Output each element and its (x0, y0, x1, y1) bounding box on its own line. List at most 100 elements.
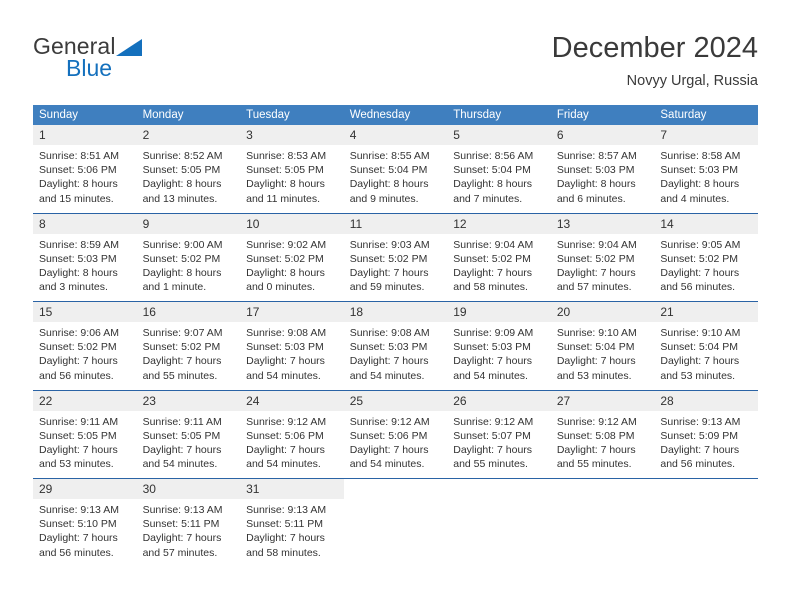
day-number-cell[interactable]: 10 (240, 213, 344, 234)
day-sunrise-text: Sunrise: 9:12 AM (453, 415, 534, 428)
day-detail-cell[interactable]: Sunrise: 9:13 AM Sunset: 5:09 PM Daylight:… (654, 410, 758, 479)
day-detail-cell[interactable]: Sunrise: 9:11 AM Sunset: 5:05 PM Daylight:… (33, 410, 137, 479)
day-detail-row: Sunrise: 9:06 AM Sunset: 5:02 PM Daylight:… (33, 322, 758, 390)
day-detail-cell[interactable]: Sunrise: 9:04 AM Sunset: 5:02 PM Daylight:… (550, 233, 655, 302)
day-sunset-text: Sunset: 5:03 PM (349, 341, 428, 354)
day-number-cell[interactable]: 2 (136, 125, 241, 145)
day-number-cell[interactable]: 8 (33, 213, 137, 234)
day-sunrise-text: Sunrise: 9:13 AM (246, 504, 327, 516)
day-number-cell[interactable]: 12 (447, 213, 551, 234)
day-daylight-text: Daylight: 7 hours (660, 355, 740, 368)
day-detail-cell[interactable]: Sunrise: 9:02 AM Sunset: 5:02 PM Daylight:… (240, 233, 344, 302)
day-detail-cell[interactable]: Sunrise: 9:13 AM Sunset: 5:11 PM Daylight:… (240, 499, 344, 567)
day-number-cell[interactable]: 23 (136, 390, 241, 411)
day-number-cell[interactable]: 3 (240, 125, 344, 145)
day-number-cell[interactable]: 11 (343, 213, 448, 234)
day-daylight-text: Daylight: 7 hours (142, 443, 222, 456)
day-detail-cell[interactable]: Sunrise: 8:59 AM Sunset: 5:03 PM Daylight:… (33, 233, 137, 302)
calendar-page: General Blue December 2024 Novyy Urgal, … (0, 0, 792, 612)
day-sunset-text: Sunset: 5:08 PM (556, 429, 635, 442)
day-daylight-text: Daylight: 8 hours (39, 266, 118, 279)
day-detail-cell[interactable]: Sunrise: 9:08 AM Sunset: 5:03 PM Daylight:… (240, 322, 344, 390)
day-daylight-text: Daylight: 7 hours (349, 443, 429, 456)
day-number-cell[interactable]: 27 (550, 390, 655, 411)
day-sunrise-text: Sunrise: 9:11 AM (39, 415, 119, 428)
day-detail-cell[interactable]: Sunrise: 9:05 AM Sunset: 5:02 PM Daylight:… (654, 233, 758, 302)
day-detail-cell[interactable]: Sunrise: 9:03 AM Sunset: 5:02 PM Daylight:… (343, 233, 448, 302)
day-daylight-text: and 58 minutes. (453, 281, 528, 294)
day-number-cell[interactable]: 6 (550, 125, 655, 145)
day-sunrise-text: Sunrise: 8:53 AM (246, 150, 327, 162)
day-detail-cell[interactable]: Sunrise: 9:13 AM Sunset: 5:10 PM Daylight:… (33, 499, 137, 567)
day-number-row: 15 16 17 18 19 20 21 (33, 302, 758, 322)
day-number-cell[interactable]: 19 (447, 302, 551, 322)
day-number-cell[interactable]: 15 (33, 302, 137, 322)
day-sunset-text: Sunset: 5:05 PM (39, 429, 117, 442)
day-daylight-text: Daylight: 8 hours (142, 178, 222, 191)
day-number-cell[interactable]: 30 (136, 479, 241, 499)
day-number-cell[interactable]: 13 (550, 213, 655, 234)
page-title: December 2024 (551, 32, 758, 64)
day-detail-cell[interactable]: Sunrise: 9:09 AM Sunset: 5:03 PM Daylight:… (447, 322, 551, 390)
day-daylight-text: Daylight: 8 hours (660, 178, 740, 191)
day-number-cell[interactable]: 18 (343, 302, 448, 322)
day-detail-cell[interactable]: Sunrise: 8:51 AM Sunset: 5:06 PM Daylight:… (33, 145, 137, 213)
day-detail-cell[interactable]: Sunrise: 8:53 AM Sunset: 5:05 PM Daylight:… (240, 145, 344, 213)
day-number-cell[interactable]: 16 (136, 302, 241, 322)
day-detail-cell[interactable]: Sunrise: 9:12 AM Sunset: 5:06 PM Daylight:… (240, 410, 344, 479)
day-detail-cell[interactable]: Sunrise: 9:08 AM Sunset: 5:03 PM Daylight:… (343, 322, 448, 390)
day-sunset-text: Sunset: 5:11 PM (246, 518, 323, 531)
day-number-cell[interactable]: 21 (654, 302, 758, 322)
day-sunrise-text: Sunrise: 8:55 AM (349, 150, 430, 162)
day-daylight-text: and 55 minutes. (556, 458, 632, 471)
day-detail-cell[interactable]: Sunrise: 9:06 AM Sunset: 5:02 PM Daylight:… (33, 322, 137, 390)
day-detail-cell[interactable]: Sunrise: 8:52 AM Sunset: 5:05 PM Daylight:… (136, 145, 241, 213)
day-detail-cell[interactable]: Sunrise: 9:07 AM Sunset: 5:02 PM Daylight:… (136, 322, 241, 390)
day-detail-cell[interactable]: Sunrise: 9:00 AM Sunset: 5:02 PM Daylight:… (136, 233, 241, 302)
day-sunrise-text: Sunrise: 9:11 AM (142, 415, 222, 428)
day-sunset-text: Sunset: 5:07 PM (453, 429, 531, 442)
page-subtitle-location: Novyy Urgal, Russia (626, 73, 758, 89)
day-detail-cell[interactable]: Sunrise: 9:12 AM Sunset: 5:07 PM Daylight:… (447, 410, 551, 479)
day-detail-cell[interactable]: Sunrise: 9:12 AM Sunset: 5:08 PM Daylight:… (550, 410, 655, 479)
day-number-cell[interactable]: 31 (240, 479, 344, 499)
day-number-cell[interactable]: 14 (654, 213, 758, 234)
blue-triangle-icon (115, 39, 142, 56)
day-detail-cell[interactable]: Sunrise: 9:10 AM Sunset: 5:04 PM Daylight:… (654, 322, 758, 390)
day-number-row: 1234567 (33, 125, 758, 145)
day-detail-cell[interactable]: Sunrise: 8:55 AM Sunset: 5:04 PM Daylight:… (343, 145, 448, 213)
day-number-cell[interactable]: 28 (654, 390, 758, 411)
day-daylight-text: Daylight: 7 hours (246, 355, 325, 368)
day-number-cell[interactable]: 22 (33, 390, 137, 411)
day-daylight-text: Daylight: 7 hours (556, 355, 636, 368)
day-detail-cell[interactable]: Sunrise: 9:12 AM Sunset: 5:06 PM Daylight:… (343, 410, 448, 479)
weekday-header-wednesday: Wednesday (343, 105, 448, 125)
day-number-cell[interactable]: 26 (447, 390, 551, 411)
day-number-cell[interactable]: 29 (33, 479, 137, 499)
day-detail-cell[interactable]: Sunrise: 9:04 AM Sunset: 5:02 PM Daylight:… (447, 233, 551, 302)
day-detail-cell[interactable]: Sunrise: 9:10 AM Sunset: 5:04 PM Daylight:… (550, 322, 655, 390)
day-number-cell[interactable]: 24 (240, 390, 344, 411)
brand-logo[interactable]: General Blue (33, 34, 263, 90)
day-daylight-text: and 56 minutes. (39, 369, 114, 382)
title-block: December 2024 Novyy Urgal, Russia (552, 30, 758, 92)
day-number-cell[interactable]: 25 (343, 390, 448, 411)
day-sunset-text: Sunset: 5:02 PM (142, 252, 221, 265)
day-sunset-text: Sunset: 5:03 PM (556, 164, 635, 177)
day-detail-cell[interactable]: Sunrise: 9:13 AM Sunset: 5:11 PM Daylight:… (136, 499, 241, 567)
day-number-cell[interactable]: 4 (343, 125, 448, 145)
day-sunrise-text: Sunrise: 9:04 AM (453, 238, 534, 251)
day-detail-cell[interactable]: Sunrise: 8:58 AM Sunset: 5:03 PM Daylight:… (654, 145, 758, 213)
day-number-cell[interactable]: 5 (447, 125, 551, 145)
day-number-cell[interactable]: 17 (240, 302, 344, 322)
day-sunrise-text: Sunrise: 9:03 AM (349, 238, 430, 251)
day-number-cell[interactable]: 9 (136, 213, 241, 234)
day-detail-cell[interactable]: Sunrise: 9:11 AM Sunset: 5:05 PM Daylight:… (136, 410, 241, 479)
day-number-cell[interactable]: 20 (550, 302, 655, 322)
day-detail-cell[interactable]: Sunrise: 8:56 AM Sunset: 5:04 PM Daylight:… (447, 145, 551, 213)
day-sunset-text: Sunset: 5:05 PM (142, 164, 221, 177)
day-detail-cell[interactable]: Sunrise: 8:57 AM Sunset: 5:03 PM Daylight:… (550, 145, 655, 213)
day-sunset-text: Sunset: 5:06 PM (349, 429, 428, 442)
day-number-cell[interactable]: 7 (654, 125, 758, 145)
day-number-cell[interactable]: 1 (33, 125, 137, 145)
